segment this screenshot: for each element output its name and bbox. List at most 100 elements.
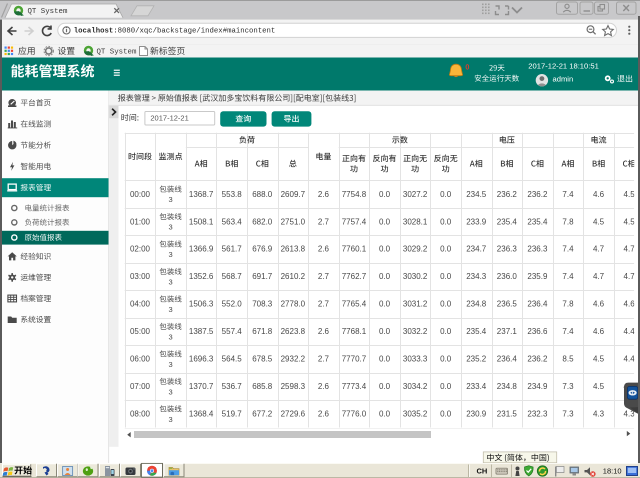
svg-text:691.7: 691.7 [252, 272, 273, 281]
svg-text:235.9: 235.9 [527, 272, 548, 281]
svg-text:7.4: 7.4 [562, 272, 574, 281]
svg-text:2.7: 2.7 [318, 355, 330, 364]
svg-text:08:00: 08:00 [130, 410, 151, 419]
svg-text:2623.8: 2623.8 [281, 327, 306, 336]
svg-text:06:00: 06:00 [130, 355, 151, 364]
svg-text:04:00: 04:00 [130, 300, 151, 309]
svg-text:552.0: 552.0 [222, 300, 243, 309]
svg-text:4.6: 4.6 [624, 300, 636, 309]
svg-text:2.6: 2.6 [318, 327, 330, 336]
svg-text:234.8: 234.8 [466, 300, 487, 309]
svg-text:0.0: 0.0 [440, 355, 452, 364]
svg-text:3027.2: 3027.2 [403, 190, 428, 199]
svg-text:3029.2: 3029.2 [403, 245, 428, 254]
svg-text:7776.0: 7776.0 [342, 410, 367, 419]
svg-text:1696.3: 1696.3 [189, 355, 214, 364]
svg-text:236.3: 236.3 [497, 245, 518, 254]
svg-text:236.3: 236.3 [527, 245, 548, 254]
svg-text:0.0: 0.0 [440, 327, 452, 336]
svg-text:0.0: 0.0 [440, 382, 452, 391]
svg-text:561.7: 561.7 [222, 245, 243, 254]
svg-text:3028.1: 3028.1 [403, 217, 428, 226]
svg-text:3: 3 [168, 415, 172, 424]
svg-text:1366.9: 1366.9 [189, 245, 214, 254]
svg-text:3: 3 [168, 195, 172, 204]
svg-text:4.6: 4.6 [593, 190, 605, 199]
svg-text:7770.7: 7770.7 [342, 355, 367, 364]
svg-text:677.2: 677.2 [252, 410, 273, 419]
svg-text:7.4: 7.4 [562, 190, 574, 199]
svg-text:4.5: 4.5 [624, 190, 636, 199]
svg-text:676.9: 676.9 [252, 245, 273, 254]
svg-text:7.4: 7.4 [562, 327, 574, 336]
svg-text:2.6: 2.6 [318, 245, 330, 254]
svg-text:7.3: 7.3 [562, 410, 574, 419]
svg-text:236.6: 236.6 [527, 327, 548, 336]
svg-text:2.7: 2.7 [318, 300, 330, 309]
svg-text:0.0: 0.0 [440, 245, 452, 254]
svg-text:0.0: 0.0 [379, 382, 391, 391]
svg-text:563.4: 563.4 [222, 217, 243, 226]
svg-text:233.9: 233.9 [466, 217, 487, 226]
svg-text:7.8: 7.8 [562, 300, 574, 309]
svg-text:553.8: 553.8 [222, 190, 243, 199]
svg-text:2729.6: 2729.6 [281, 410, 306, 419]
svg-text:0.0: 0.0 [379, 410, 391, 419]
svg-text:2.7: 2.7 [318, 217, 330, 226]
svg-text:1352.6: 1352.6 [189, 272, 214, 281]
svg-text:234.9: 234.9 [527, 382, 548, 391]
svg-text:234.5: 234.5 [466, 190, 487, 199]
svg-text:7.8: 7.8 [562, 217, 574, 226]
svg-text:682.0: 682.0 [252, 217, 273, 226]
svg-text:236.2: 236.2 [527, 355, 548, 364]
svg-text:7757.4: 7757.4 [342, 217, 367, 226]
svg-text:3: 3 [168, 223, 172, 232]
svg-text:02:00: 02:00 [130, 245, 151, 254]
svg-text:7.4: 7.4 [562, 245, 574, 254]
svg-text:1368.7: 1368.7 [189, 190, 214, 199]
svg-text:3: 3 [168, 250, 172, 259]
svg-text:564.5: 564.5 [222, 355, 243, 364]
svg-text:232.3: 232.3 [527, 410, 548, 419]
svg-text:4.7: 4.7 [593, 272, 605, 281]
svg-text:2.7: 2.7 [318, 272, 330, 281]
svg-text:0.0: 0.0 [379, 245, 391, 254]
svg-text:7.3: 7.3 [562, 382, 574, 391]
svg-text:4.7: 4.7 [624, 245, 636, 254]
svg-text:236.2: 236.2 [497, 190, 518, 199]
svg-text:01:00: 01:00 [130, 217, 151, 226]
svg-text:236.0: 236.0 [497, 272, 518, 281]
svg-text:237.1: 237.1 [497, 327, 518, 336]
svg-text:4.6: 4.6 [593, 300, 605, 309]
svg-text:235.4: 235.4 [466, 327, 487, 336]
svg-text:4.5: 4.5 [593, 382, 605, 391]
svg-text:3033.3: 3033.3 [403, 355, 428, 364]
svg-text:3034.2: 3034.2 [403, 382, 428, 391]
svg-text:3031.2: 3031.2 [403, 300, 428, 309]
svg-text:233.4: 233.4 [466, 382, 487, 391]
svg-text:3030.2: 3030.2 [403, 272, 428, 281]
svg-text:536.7: 536.7 [222, 382, 243, 391]
svg-text:1368.4: 1368.4 [189, 410, 214, 419]
svg-text:1370.7: 1370.7 [189, 382, 214, 391]
svg-text:0.0: 0.0 [379, 327, 391, 336]
svg-text:0.0: 0.0 [440, 217, 452, 226]
svg-text:235.4: 235.4 [527, 217, 548, 226]
svg-text:0.0: 0.0 [440, 300, 452, 309]
svg-text:7773.4: 7773.4 [342, 382, 367, 391]
svg-text:3: 3 [168, 278, 172, 287]
svg-text:688.0: 688.0 [252, 190, 273, 199]
svg-text:3035.2: 3035.2 [403, 410, 428, 419]
svg-text:234.7: 234.7 [466, 245, 487, 254]
svg-text:2609.7: 2609.7 [281, 190, 306, 199]
svg-text:2598.3: 2598.3 [281, 382, 306, 391]
svg-text:0.0: 0.0 [440, 190, 452, 199]
svg-text:1508.1: 1508.1 [189, 217, 214, 226]
svg-text:8.5: 8.5 [562, 355, 574, 364]
svg-text:3: 3 [168, 388, 172, 397]
svg-text:234.8: 234.8 [497, 382, 518, 391]
svg-text:4.6: 4.6 [593, 327, 605, 336]
svg-text:7762.7: 7762.7 [342, 272, 367, 281]
svg-text:4.4: 4.4 [624, 327, 636, 336]
svg-text:236.4: 236.4 [497, 355, 518, 364]
